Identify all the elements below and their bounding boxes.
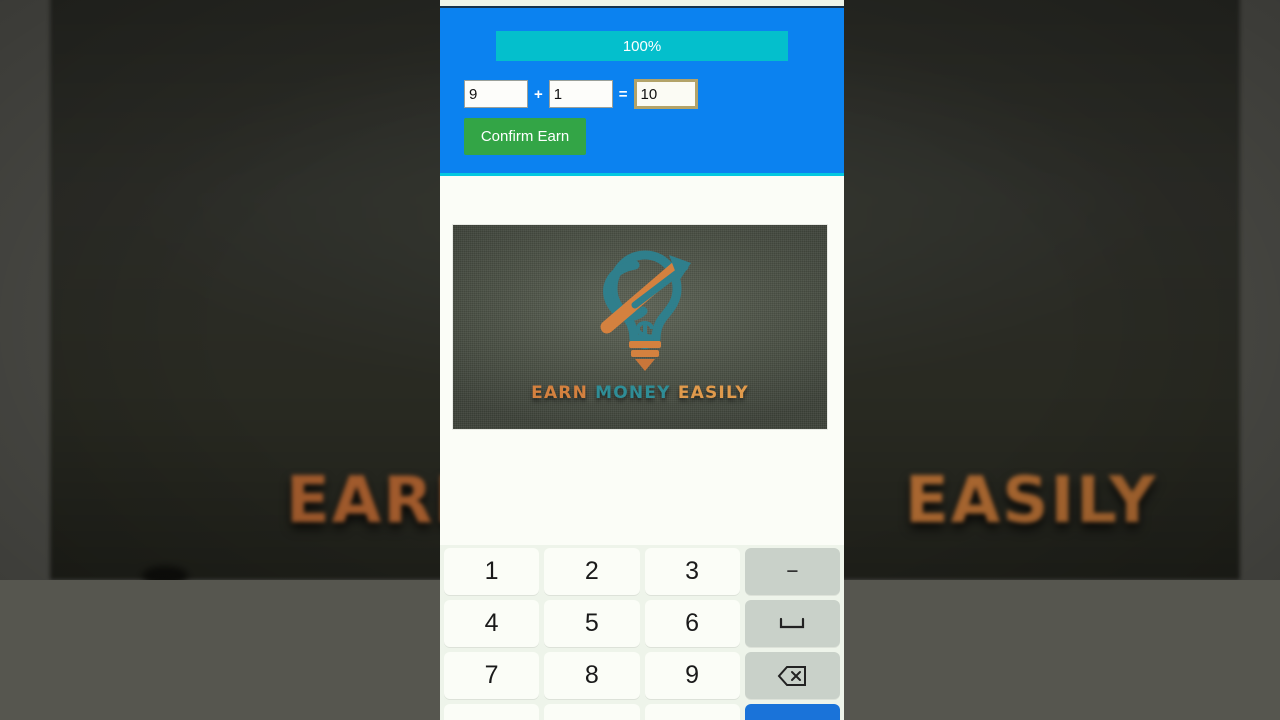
photo-caption: EARN MONEY EASILY (453, 383, 827, 403)
operand1-input[interactable] (464, 80, 528, 108)
keyboard-row (444, 704, 840, 720)
confirm-earn-button[interactable]: Confirm Earn (464, 118, 586, 155)
operand2-input[interactable] (548, 80, 613, 108)
result-input[interactable] (633, 79, 698, 109)
numeric-keyboard[interactable]: 1 2 3− 4 5 6 7 8 9 (440, 545, 844, 720)
app-header: 100% + = Confirm Earn (440, 8, 844, 173)
screen-root: EARN EASILY 100% + = Confirm Earn (0, 0, 1280, 720)
period-key[interactable] (644, 704, 740, 720)
key-8[interactable]: 8 (544, 652, 640, 699)
comma-key[interactable] (444, 704, 540, 720)
content-area: EARN MONEY EASILY (440, 176, 844, 545)
caption-word-money: MONEY (595, 383, 671, 403)
enter-key[interactable] (744, 704, 840, 720)
caption-word-earn: EARN (531, 383, 589, 403)
key-4[interactable]: 4 (444, 600, 540, 647)
progress-label: 100% (622, 37, 662, 55)
key-5[interactable]: 5 (544, 600, 640, 647)
space-key[interactable] (744, 600, 840, 647)
key-1[interactable]: 1 (444, 548, 540, 595)
keyboard-row: 456 (444, 600, 840, 647)
progress-bar: 100% (496, 31, 788, 61)
key-2[interactable]: 2 (544, 548, 640, 595)
keyboard-row: 1 2 3− (444, 548, 840, 595)
key-6[interactable]: 6 (644, 600, 740, 647)
zero-key[interactable] (544, 704, 640, 720)
key-9[interactable]: 9 (644, 652, 740, 699)
caption-word-easily: EASILY (677, 383, 749, 403)
plus-operator: + (534, 85, 543, 103)
captcha-equation-row: + = (464, 79, 698, 109)
keyboard-row: 789 (444, 652, 840, 699)
backspace-key[interactable] (744, 652, 840, 699)
key-3[interactable]: 3 (644, 548, 740, 595)
minus-key[interactable]: − (744, 548, 840, 595)
key-7[interactable]: 7 (444, 652, 540, 699)
equals-operator: = (618, 85, 628, 103)
promo-photo: EARN MONEY EASILY (453, 225, 827, 429)
lightbulb-arrow-logo-icon (600, 250, 691, 371)
progress-container: 100% (496, 31, 788, 61)
phone-viewport: 100% + = Confirm Earn (440, 0, 844, 720)
